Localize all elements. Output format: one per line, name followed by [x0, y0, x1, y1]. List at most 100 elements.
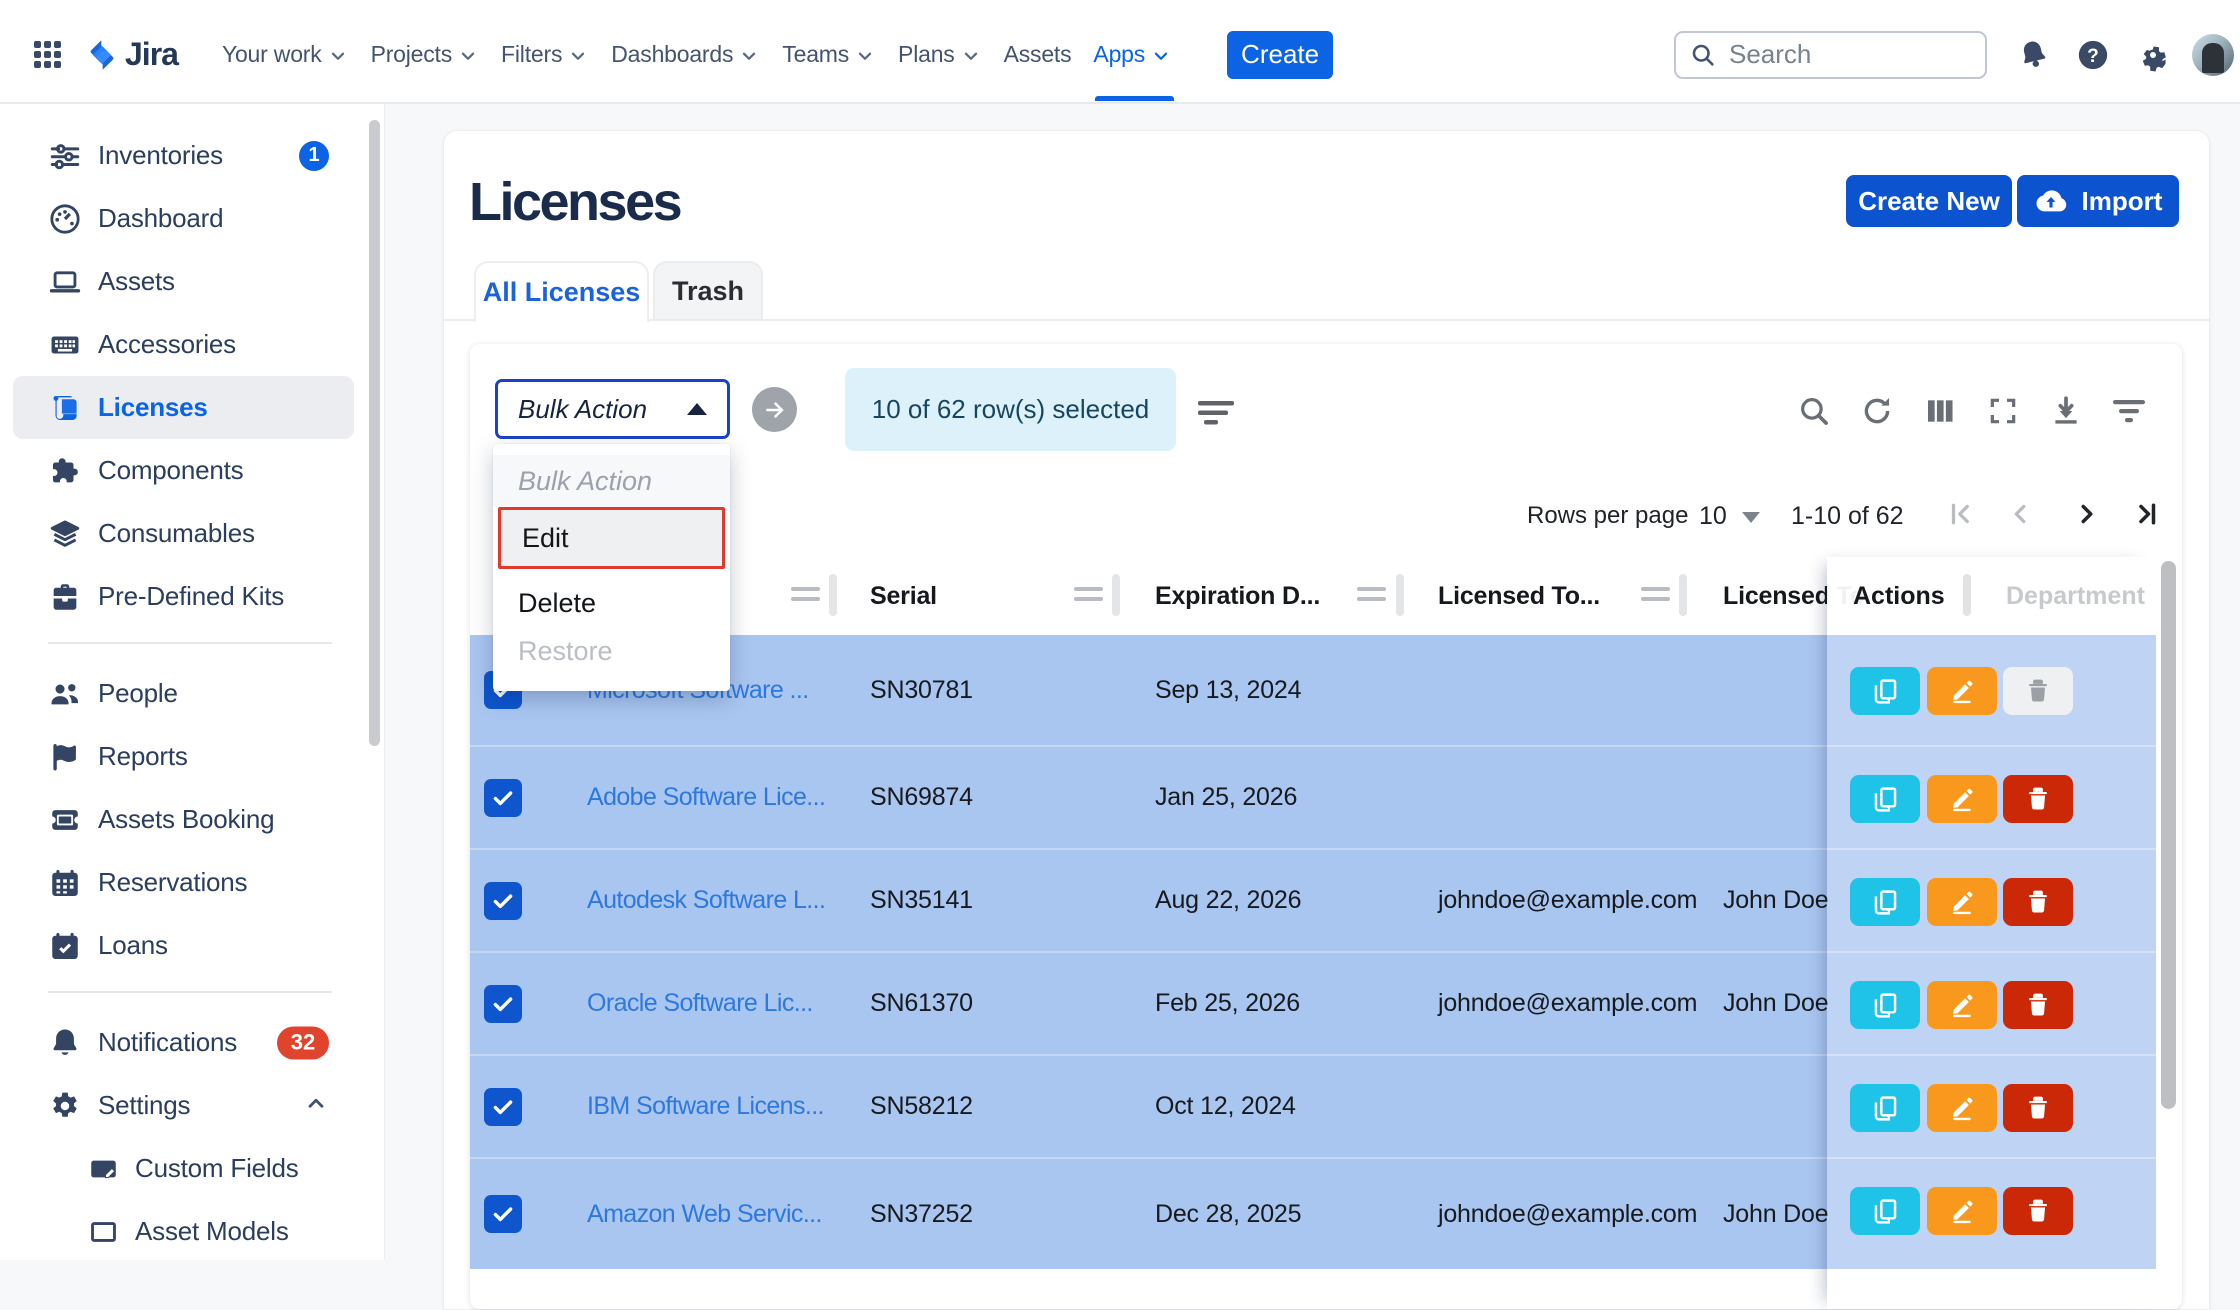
filter-icon[interactable] — [2097, 392, 2160, 430]
tab-all-licenses[interactable]: All Licenses — [474, 261, 649, 323]
sidebar-item-loans[interactable]: Loans — [0, 914, 384, 977]
sidebar-item-notifications[interactable]: Notifications32 — [0, 1011, 384, 1074]
row-checkbox[interactable] — [484, 985, 522, 1023]
table-scrollbar[interactable] — [2161, 561, 2176, 1109]
bulk-action-select[interactable]: Bulk Action — [495, 379, 730, 439]
delete-button[interactable] — [2003, 981, 2073, 1029]
search-input[interactable]: Search — [1674, 31, 1987, 79]
sidebar-item-accessories[interactable]: Accessories — [0, 313, 384, 376]
create-button[interactable]: Create — [1227, 31, 1333, 79]
apply-bulk-action-button[interactable] — [752, 387, 797, 432]
last-page-icon[interactable] — [2128, 496, 2164, 532]
sidebar-item-settings[interactable]: Settings — [0, 1074, 384, 1137]
nav-item-projects[interactable]: Projects — [360, 7, 490, 102]
delete-button[interactable] — [2003, 775, 2073, 823]
refresh-icon[interactable] — [1845, 392, 1908, 430]
view-columns-icon[interactable] — [1908, 392, 1971, 430]
sidebar-item-assets-booking[interactable]: Assets Booking — [0, 788, 384, 851]
first-page-icon[interactable] — [1943, 496, 1979, 532]
delete-button[interactable] — [2003, 878, 2073, 926]
download-icon[interactable] — [2034, 392, 2097, 430]
column-drag-handle-icon[interactable] — [1641, 587, 1670, 607]
sidebar-item-people[interactable]: People — [0, 662, 384, 725]
edit-button[interactable] — [1927, 981, 1997, 1029]
sort-lines-icon[interactable] — [1196, 398, 1238, 433]
sidebar-item-consumables[interactable]: Consumables — [0, 502, 384, 565]
column-header-expiration-d-[interactable]: Expiration D... — [1155, 557, 1320, 635]
license-name-link[interactable]: Adobe Software Lice... — [587, 783, 825, 812]
dropdown-option-delete[interactable]: Delete — [493, 577, 730, 629]
column-header-serial[interactable]: Serial — [870, 557, 937, 635]
notifications-icon[interactable] — [2016, 38, 2050, 72]
clone-button[interactable] — [1850, 981, 1920, 1029]
next-page-icon[interactable] — [2069, 496, 2105, 532]
delete-button[interactable] — [2003, 667, 2073, 715]
clone-button[interactable] — [1850, 1084, 1920, 1132]
chevron-down-icon[interactable] — [1742, 512, 1760, 523]
delete-button[interactable] — [2003, 1084, 2073, 1132]
fullscreen-icon[interactable] — [1971, 392, 2034, 430]
column-resize-bar[interactable] — [1396, 574, 1404, 616]
sidebar-item-label: People — [98, 678, 178, 709]
column-header-licensed-to-[interactable]: Licensed To... — [1438, 557, 1600, 635]
license-name-link[interactable]: IBM Software Licens... — [587, 1092, 824, 1121]
checkbox-check-icon — [490, 785, 516, 811]
sidebar-item-assets[interactable]: Assets — [0, 250, 384, 313]
sidebar-item-reservations[interactable]: Reservations — [0, 851, 384, 914]
sidebar-item-inventories[interactable]: Inventories1 — [0, 124, 384, 187]
jira-logo[interactable]: Jira — [85, 36, 178, 73]
user-avatar[interactable] — [2192, 34, 2234, 76]
column-resize-bar[interactable] — [829, 574, 837, 616]
table-search-icon[interactable] — [1782, 392, 1845, 430]
nav-item-assets[interactable]: Assets — [993, 7, 1083, 102]
column-drag-handle-icon[interactable] — [791, 587, 820, 607]
nav-item-teams[interactable]: Teams — [771, 7, 887, 102]
create-new-button[interactable]: Create New — [1846, 175, 2012, 227]
clone-button[interactable] — [1850, 667, 1920, 715]
column-drag-handle-icon[interactable] — [1357, 587, 1386, 607]
license-name-link[interactable]: Oracle Software Lic... — [587, 989, 813, 1018]
clone-button[interactable] — [1850, 878, 1920, 926]
row-checkbox[interactable] — [484, 779, 522, 817]
rows-per-page-value[interactable]: 10 — [1699, 502, 1727, 531]
clone-button[interactable] — [1850, 775, 1920, 823]
edit-button[interactable] — [1927, 1187, 1997, 1235]
row-checkbox[interactable] — [484, 1088, 522, 1126]
import-button[interactable]: Import — [2017, 175, 2179, 227]
nav-item-plans[interactable]: Plans — [887, 7, 993, 102]
column-resize-bar[interactable] — [1112, 574, 1120, 616]
nav-item-your-work[interactable]: Your work — [211, 7, 360, 102]
clone-button[interactable] — [1850, 1187, 1920, 1235]
sidebar-item-reports[interactable]: Reports — [0, 725, 384, 788]
settings-gear-icon[interactable] — [2136, 38, 2170, 72]
license-name-link[interactable]: Autodesk Software L... — [587, 886, 825, 915]
row-checkbox[interactable] — [484, 1195, 522, 1233]
edit-button[interactable] — [1927, 775, 1997, 823]
page-title: Licenses — [469, 171, 680, 233]
dropdown-option-edit[interactable]: Edit — [498, 507, 725, 569]
delete-button[interactable] — [2003, 1187, 2073, 1235]
column-drag-handle-icon[interactable] — [1074, 587, 1103, 607]
sidebar-item-licenses[interactable]: Licenses — [13, 376, 354, 439]
row-checkbox[interactable] — [484, 882, 522, 920]
sidebar-item-custom-fields[interactable]: Custom Fields — [0, 1137, 384, 1200]
previous-page-icon[interactable] — [2002, 496, 2038, 532]
help-icon[interactable]: ? — [2076, 38, 2110, 72]
license-name-link[interactable]: Amazon Web Servic... — [587, 1200, 822, 1229]
chevron-up-icon[interactable] — [303, 1090, 329, 1121]
sidebar-item-asset-models[interactable]: Asset Models — [0, 1200, 384, 1263]
column-resize-bar[interactable] — [1679, 574, 1687, 616]
sidebar-item-pre-defined-kits[interactable]: Pre-Defined Kits — [0, 565, 384, 628]
nav-item-apps[interactable]: Apps — [1082, 7, 1183, 102]
sidebar-item-components[interactable]: Components — [0, 439, 384, 502]
sidebar-item-dashboard[interactable]: Dashboard — [0, 187, 384, 250]
nav-item-dashboards[interactable]: Dashboards — [600, 7, 771, 102]
tab-trash[interactable]: Trash — [653, 261, 763, 319]
column-header-licensed-to-[interactable]: Licensed To... — [1723, 557, 1885, 635]
edit-button[interactable] — [1927, 667, 1997, 715]
sidebar-scrollbar[interactable] — [369, 120, 380, 746]
edit-button[interactable] — [1927, 1084, 1997, 1132]
app-switcher-icon[interactable] — [34, 41, 61, 68]
edit-button[interactable] — [1927, 878, 1997, 926]
nav-item-filters[interactable]: Filters — [490, 7, 600, 102]
